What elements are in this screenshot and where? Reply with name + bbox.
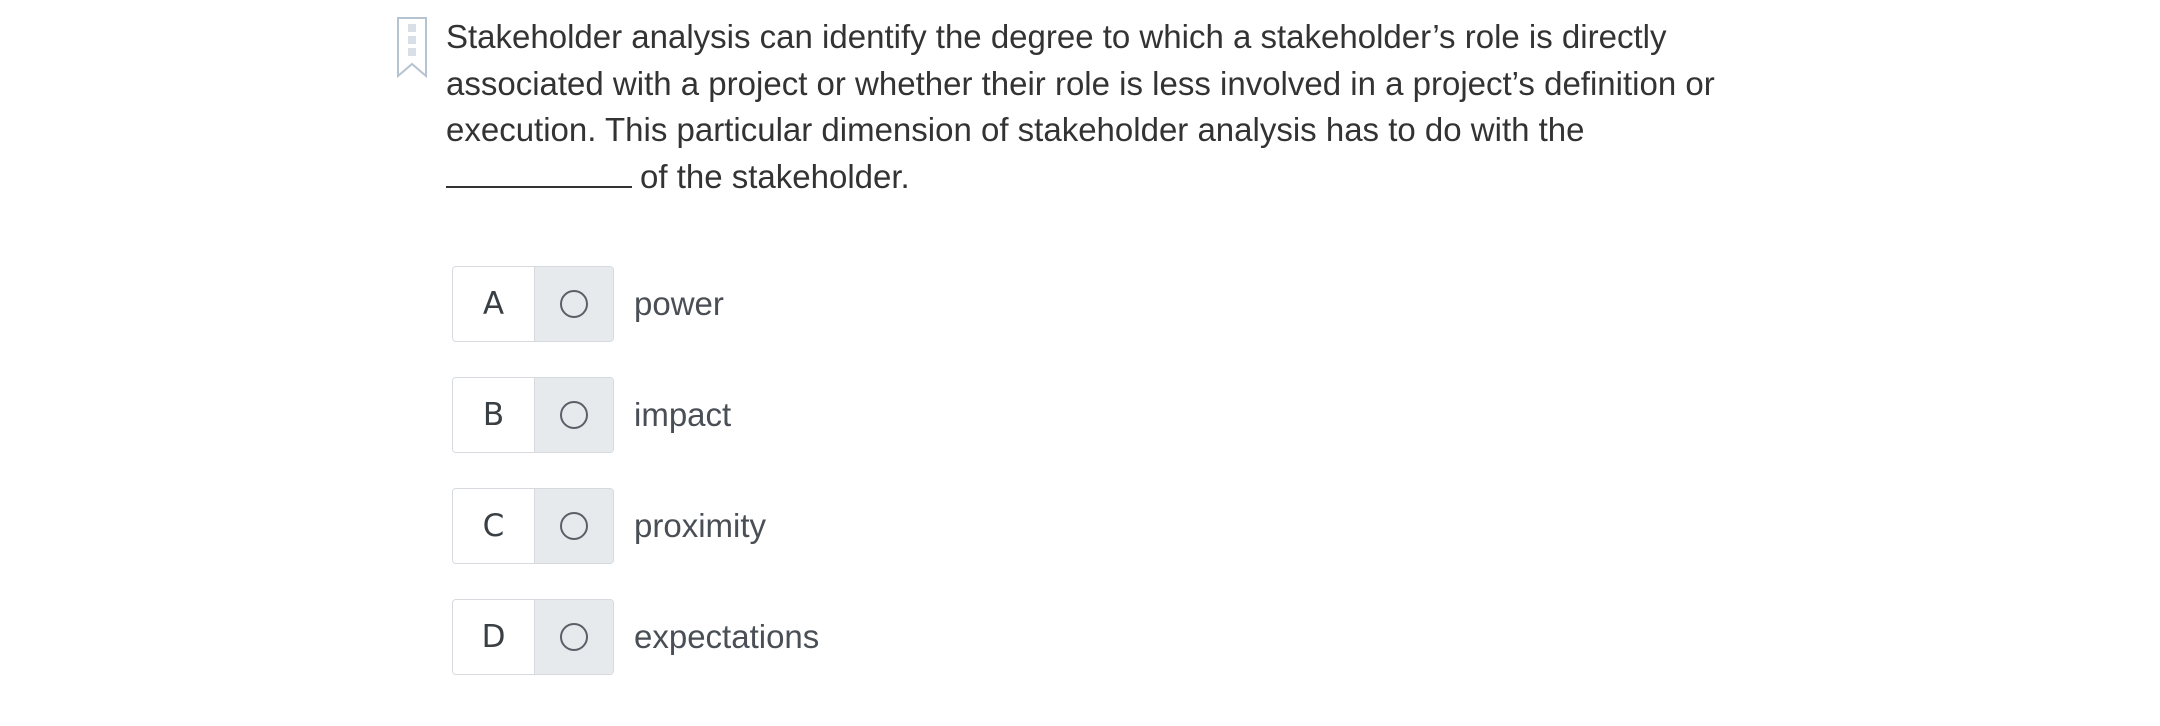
option-d-label[interactable]: expectations [634, 618, 819, 656]
option-a-letter: A [453, 267, 535, 341]
radio-unchecked-icon[interactable] [560, 290, 588, 318]
question-line-3: execution. This particular dimension of … [446, 111, 1585, 148]
option-a[interactable]: A power [452, 265, 724, 343]
option-c-letter: C [453, 489, 535, 563]
option-d-radio-cell[interactable] [535, 600, 613, 674]
option-a-label[interactable]: power [634, 285, 724, 323]
radio-unchecked-icon[interactable] [560, 623, 588, 651]
option-d-letter: D [453, 600, 535, 674]
radio-unchecked-icon[interactable] [560, 512, 588, 540]
answer-blank [446, 154, 632, 188]
option-a-selector[interactable]: A [452, 266, 614, 342]
option-d[interactable]: D expectations [452, 598, 819, 676]
option-b[interactable]: B impact [452, 376, 731, 454]
option-d-selector[interactable]: D [452, 599, 614, 675]
question-line-4: of the stakeholder. [640, 157, 910, 195]
bookmark-icon[interactable] [396, 16, 430, 80]
radio-unchecked-icon[interactable] [560, 401, 588, 429]
option-b-radio-cell[interactable] [535, 378, 613, 452]
question-line-1: Stakeholder analysis can identify the de… [446, 18, 1667, 55]
option-c[interactable]: C proximity [452, 487, 766, 565]
option-c-selector[interactable]: C [452, 488, 614, 564]
option-b-selector[interactable]: B [452, 377, 614, 453]
question-stem: Stakeholder analysis can identify the de… [446, 14, 1806, 200]
option-b-letter: B [453, 378, 535, 452]
option-a-radio-cell[interactable] [535, 267, 613, 341]
option-c-radio-cell[interactable] [535, 489, 613, 563]
option-b-label[interactable]: impact [634, 396, 731, 434]
question-line-2: associated with a project or whether the… [446, 64, 1715, 102]
option-c-label[interactable]: proximity [634, 507, 766, 545]
